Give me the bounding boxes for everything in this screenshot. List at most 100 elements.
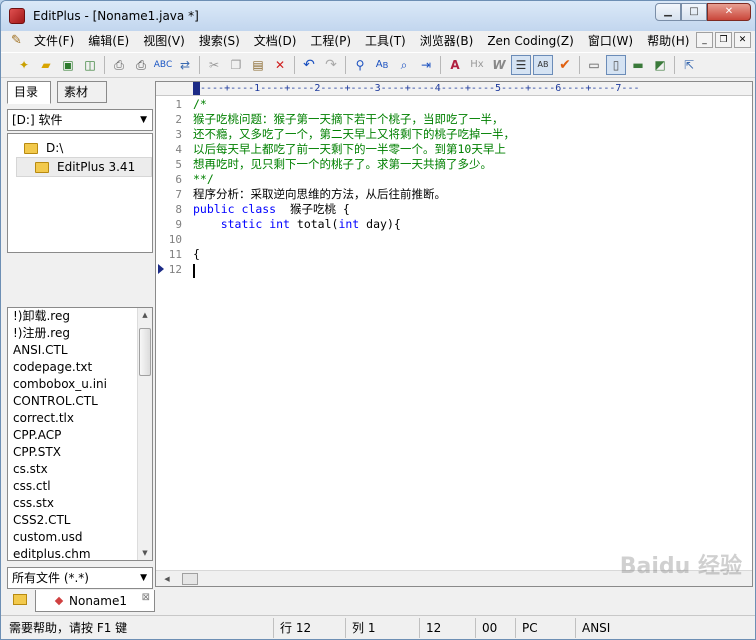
menu-tools[interactable]: 工具(T)	[358, 31, 413, 51]
open-folder-icon[interactable]: ▰	[36, 55, 56, 75]
replace-icon[interactable]: AB	[372, 55, 392, 75]
list-item[interactable]: CPP.STX	[8, 444, 152, 461]
list-item[interactable]: combobox_u.ini	[8, 376, 152, 393]
close-button[interactable]: ✕	[707, 3, 751, 21]
minimize-button[interactable]: ▁	[655, 3, 681, 21]
list-item[interactable]: correct.tlx	[8, 410, 152, 427]
print-icon[interactable]: ⎙	[131, 55, 151, 75]
status-col: 列 1	[345, 618, 419, 638]
status-field-4: 00	[475, 618, 515, 638]
menu-document[interactable]: 文档(D)	[247, 31, 304, 51]
menu-window[interactable]: 窗口(W)	[581, 31, 640, 51]
find-icon[interactable]: ⚲	[350, 55, 370, 75]
menu-edit[interactable]: 编辑(E)	[81, 31, 136, 51]
toolbar-separator	[104, 56, 105, 74]
line-number: 6	[175, 173, 182, 186]
output-icon[interactable]: ▬	[628, 55, 648, 75]
list-item[interactable]: ANSI.CTL	[8, 342, 152, 359]
line-number: 2	[175, 113, 182, 126]
help-icon[interactable]: ⇱	[679, 55, 699, 75]
menu-project[interactable]: 工程(P)	[303, 31, 358, 51]
line-number: 12	[168, 263, 182, 276]
copy-icon[interactable]: ❐	[226, 55, 246, 75]
status-help: 需要帮助，请按 F1 键	[9, 621, 128, 635]
menu-bar: ✎ 文件(F) 编辑(E) 视图(V) 搜索(S) 文档(D) 工程(P) 工具…	[1, 31, 755, 51]
file-filter-select[interactable]: 所有文件 (*.*) ▼	[7, 567, 153, 589]
list-item[interactable]: !)注册.reg	[8, 325, 152, 342]
print-preview-icon[interactable]: ⎙	[109, 55, 129, 75]
list-item[interactable]: codepage.txt	[8, 359, 152, 376]
list-item[interactable]: !)卸载.reg	[8, 308, 152, 325]
paste-icon[interactable]: ▤	[248, 55, 268, 75]
list-item[interactable]: cs.stx	[8, 461, 152, 478]
menu-view[interactable]: 视图(V)	[136, 31, 192, 51]
close-tab-icon[interactable]: ⊠	[142, 592, 150, 603]
window-title: EditPlus - [Noname1.java *]	[33, 9, 199, 23]
save-icon[interactable]: ▣	[58, 55, 78, 75]
list-item[interactable]: editplus.chm	[8, 546, 152, 560]
goto-icon[interactable]: ⇥	[416, 55, 436, 75]
scroll-left-icon[interactable]: ◀	[160, 572, 174, 586]
folder-icon[interactable]	[13, 594, 27, 605]
ftp-icon[interactable]: ⇄	[175, 55, 195, 75]
app-icon[interactable]	[9, 8, 25, 24]
ruler-icon[interactable]: AB	[533, 55, 553, 75]
mdi-controls: _ ❐ ✕	[696, 32, 751, 48]
tab-directory[interactable]: 目录	[7, 81, 51, 104]
spell-check-icon[interactable]: ABC	[153, 55, 173, 75]
mdi-restore-button[interactable]: ❐	[715, 32, 732, 48]
chevron-down-icon: ▼	[140, 573, 147, 583]
cliptext-icon[interactable]: ▭	[584, 55, 604, 75]
code-line: /*	[193, 97, 207, 111]
scrollbar-thumb[interactable]	[139, 328, 151, 376]
word-wrap-icon[interactable]: W	[489, 55, 509, 75]
document-tabs: Noname1 ⊠	[7, 590, 753, 612]
delete-icon[interactable]: ✕	[270, 55, 290, 75]
menu-search[interactable]: 搜索(S)	[192, 31, 247, 51]
redo-icon[interactable]: ↷	[321, 55, 341, 75]
editor-pane[interactable]: ----+----1----+----2----+----3----+----4…	[155, 81, 753, 587]
menu-zen-coding[interactable]: Zen Coding(Z)	[480, 31, 581, 51]
toolbar-separator	[199, 56, 200, 74]
mdi-minimize-button[interactable]: _	[696, 32, 713, 48]
list-item[interactable]: css.ctl	[8, 478, 152, 495]
save-all-icon[interactable]: ◫	[80, 55, 100, 75]
menu-browser[interactable]: 浏览器(B)	[413, 31, 481, 51]
scroll-up-icon[interactable]: ▲	[138, 308, 152, 322]
list-item[interactable]: CPP.ACP	[8, 427, 152, 444]
toolbar: ✦ ▰ ▣ ◫ ⎙ ⎙ ABC ⇄ ✂ ❐ ▤ ✕ ↶ ↷ ⚲ AB ⌕ ⇥ A…	[1, 52, 755, 78]
toolbar-separator	[294, 56, 295, 74]
keyword: int	[269, 217, 290, 231]
code-line: 想再吃时，见只剩下一个的桃子了。求第一天共摘了多少。	[193, 157, 492, 171]
line-number: 10	[168, 233, 182, 246]
list-item[interactable]: CSS2.CTL	[8, 512, 152, 529]
tab-cliptext[interactable]: 素材	[57, 81, 107, 103]
undo-icon[interactable]: ↶	[299, 55, 319, 75]
code-area[interactable]: /* 猴子吃桃问题：猴子第一天摘下若干个桃子，当即吃了一半， 还不瘾，又多吃了一…	[193, 97, 743, 567]
list-item[interactable]: custom.usd	[8, 529, 152, 546]
tab-noname1[interactable]: Noname1 ⊠	[35, 590, 155, 612]
menu-help[interactable]: 帮助(H)	[640, 31, 696, 51]
file-list-scrollbar[interactable]: ▲ ▼	[137, 308, 152, 560]
line-number-icon[interactable]: ☰	[511, 55, 531, 75]
cut-icon[interactable]: ✂	[204, 55, 224, 75]
maximize-button[interactable]: □	[681, 3, 707, 21]
mdi-close-button[interactable]: ✕	[734, 32, 751, 48]
scrollbar-thumb[interactable]	[182, 573, 198, 585]
code-line: **/	[193, 172, 214, 186]
drive-select[interactable]: [D:] 软件 ▼	[7, 109, 153, 131]
hex-icon[interactable]: Hx	[467, 55, 487, 75]
dir-item[interactable]: D:\	[24, 138, 124, 158]
check-icon[interactable]: ✔	[555, 55, 575, 75]
list-item[interactable]: css.stx	[8, 495, 152, 512]
dir-item-selected[interactable]: EditPlus 3.41	[16, 157, 152, 177]
menu-file[interactable]: 文件(F)	[27, 31, 81, 51]
scroll-down-icon[interactable]: ▼	[138, 546, 152, 560]
find-in-files-icon[interactable]: ⌕	[394, 55, 414, 75]
directory-icon[interactable]: ▯	[606, 55, 626, 75]
line-number: 8	[175, 203, 182, 216]
new-file-icon[interactable]: ✦	[14, 55, 34, 75]
browser-icon[interactable]: ◩	[650, 55, 670, 75]
font-icon[interactable]: A	[445, 55, 465, 75]
list-item[interactable]: CONTROL.CTL	[8, 393, 152, 410]
